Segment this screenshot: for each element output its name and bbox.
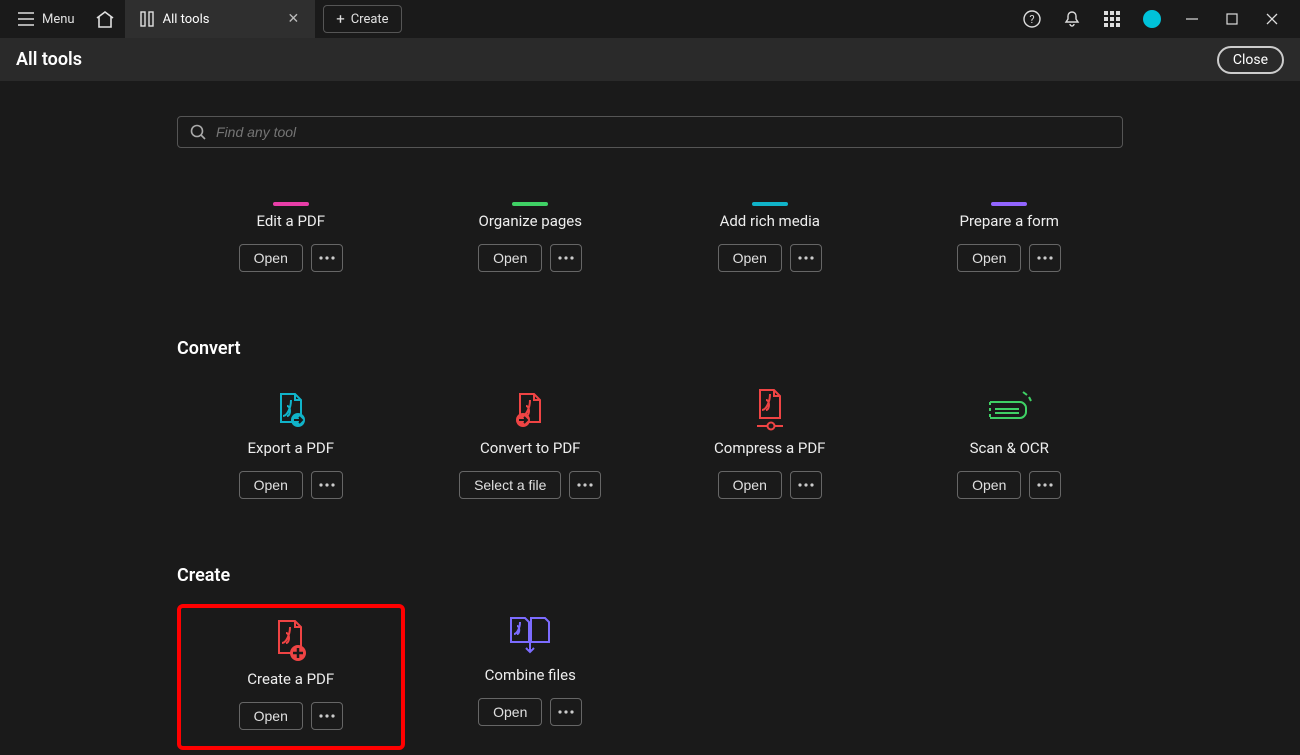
tool-more-button[interactable] — [311, 702, 343, 730]
tool-primary-button[interactable]: Open — [239, 244, 303, 272]
menu-label: Menu — [42, 12, 75, 27]
tool-primary-button[interactable]: Open — [718, 244, 782, 272]
tool-label: Combine files — [485, 666, 576, 684]
menu-button[interactable]: Menu — [8, 6, 85, 33]
apps-grid-icon — [1104, 11, 1120, 27]
avatar[interactable] — [1132, 0, 1172, 38]
tab-close-icon[interactable]: ✕ — [285, 11, 301, 27]
scan-ocr-icon — [984, 385, 1034, 433]
help-button[interactable]: ? — [1012, 0, 1052, 38]
tool-label: Create a PDF — [247, 670, 334, 688]
plus-icon: + — [336, 10, 345, 28]
tool-icon — [991, 186, 1027, 206]
home-button[interactable] — [85, 4, 125, 34]
close-icon — [1266, 13, 1278, 25]
tool-icon — [512, 186, 548, 206]
tool-primary-button[interactable]: Open — [957, 244, 1021, 272]
svg-text:?: ? — [1029, 13, 1034, 26]
tool-primary-button[interactable]: Open — [718, 471, 782, 499]
notifications-button[interactable] — [1052, 0, 1092, 38]
hamburger-icon — [18, 12, 34, 26]
tool-more-button[interactable] — [311, 471, 343, 499]
tool-card: Prepare a form Open — [896, 178, 1124, 288]
tool-primary-button[interactable]: Select a file — [459, 471, 561, 499]
tool-primary-button[interactable]: Open — [478, 698, 542, 726]
sub-bar: All tools Close — [0, 38, 1300, 82]
section-title: Convert — [177, 338, 1123, 359]
tool-primary-button[interactable]: Open — [239, 471, 303, 499]
tool-card: Edit a PDF Open — [177, 178, 405, 288]
tool-card: Combine files Open — [417, 604, 645, 750]
page-title: All tools — [16, 49, 82, 70]
tool-more-button[interactable] — [1029, 471, 1061, 499]
title-bar: Menu All tools ✕ + Create ? — [0, 0, 1300, 38]
tool-card: Organize pages Open — [417, 178, 645, 288]
create-pdf-icon — [270, 616, 312, 664]
tool-primary-button[interactable]: Open — [239, 702, 303, 730]
tool-card: Create a PDF Open — [177, 604, 405, 750]
tool-label: Compress a PDF — [714, 439, 825, 457]
window-minimize-button[interactable] — [1172, 0, 1212, 38]
search-input[interactable] — [216, 124, 1110, 140]
tab-all-tools[interactable]: All tools ✕ — [125, 0, 316, 38]
tool-more-button[interactable] — [790, 244, 822, 272]
create-label: Create — [351, 12, 389, 27]
tool-label: Add rich media — [720, 212, 820, 230]
window-close-button[interactable] — [1252, 0, 1292, 38]
tab-label: All tools — [163, 12, 210, 27]
maximize-icon — [1226, 13, 1238, 25]
help-icon: ? — [1023, 10, 1041, 28]
tool-more-button[interactable] — [1029, 244, 1061, 272]
avatar-icon — [1143, 10, 1161, 28]
tool-more-button[interactable] — [790, 471, 822, 499]
search-input-container[interactable] — [177, 116, 1123, 148]
close-panel-label: Close — [1233, 52, 1268, 68]
tools-icon — [139, 11, 155, 27]
content: Edit a PDF Open Organize pages Open Add … — [177, 178, 1123, 750]
apps-button[interactable] — [1092, 0, 1132, 38]
tool-label: Organize pages — [479, 212, 582, 230]
section-cards: Export a PDF Open Convert to PDF Select … — [177, 377, 1123, 515]
section-title: Create — [177, 565, 1123, 586]
tool-label: Convert to PDF — [480, 439, 580, 457]
export-pdf-icon — [270, 385, 312, 433]
convert-pdf-icon — [509, 385, 551, 433]
tool-label: Prepare a form — [960, 212, 1059, 230]
partial-section-cards: Edit a PDF Open Organize pages Open Add … — [177, 178, 1123, 288]
home-icon — [95, 10, 115, 28]
tool-label: Scan & OCR — [970, 439, 1049, 457]
search-icon — [190, 124, 206, 140]
bell-icon — [1063, 10, 1081, 28]
combine-files-icon — [507, 612, 553, 660]
tool-card: Add rich media Open — [656, 178, 884, 288]
create-button[interactable]: + Create — [323, 5, 401, 33]
tool-card: Scan & OCR Open — [896, 377, 1124, 515]
tool-card: Compress a PDF Open — [656, 377, 884, 515]
tool-label: Edit a PDF — [256, 212, 325, 230]
main-area: Edit a PDF Open Organize pages Open Add … — [0, 82, 1300, 755]
tool-icon — [752, 186, 788, 206]
tool-more-button[interactable] — [311, 244, 343, 272]
tool-card: Export a PDF Open — [177, 377, 405, 515]
minimize-icon — [1186, 13, 1198, 25]
section-cards: Create a PDF Open Combine files Open — [177, 604, 1123, 750]
tool-primary-button[interactable]: Open — [478, 244, 542, 272]
tool-card: Convert to PDF Select a file — [417, 377, 645, 515]
tool-more-button[interactable] — [550, 244, 582, 272]
tool-label: Export a PDF — [248, 439, 335, 457]
tool-more-button[interactable] — [569, 471, 601, 499]
tool-more-button[interactable] — [550, 698, 582, 726]
tool-icon — [273, 186, 309, 206]
close-panel-button[interactable]: Close — [1217, 46, 1284, 74]
window-maximize-button[interactable] — [1212, 0, 1252, 38]
compress-pdf-icon — [749, 385, 791, 433]
tool-primary-button[interactable]: Open — [957, 471, 1021, 499]
